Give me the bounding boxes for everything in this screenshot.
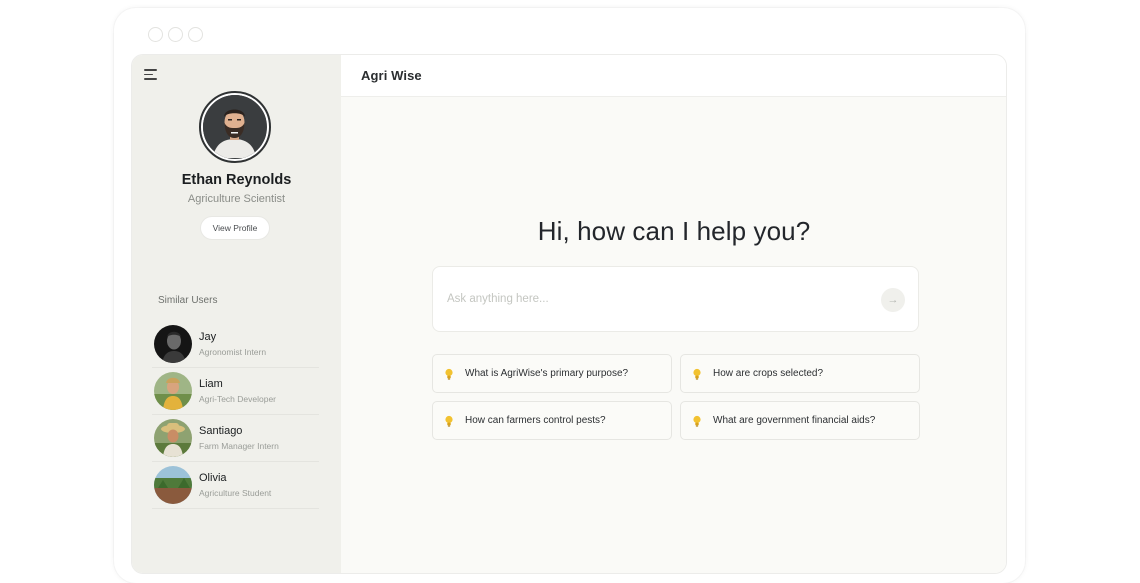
- lightbulb-icon: [693, 415, 701, 427]
- suggestion-text: How are crops selected?: [713, 368, 824, 379]
- similar-user-liam[interactable]: Liam Agri-Tech Developer: [152, 368, 319, 415]
- lightbulb-icon: [445, 415, 453, 427]
- similar-user-olivia[interactable]: Olivia Agriculture Student: [152, 462, 319, 509]
- sidebar: Ethan Reynolds Agriculture Scientist Vie…: [132, 55, 341, 573]
- ask-box: →: [432, 266, 919, 332]
- profile-role: Agriculture Scientist: [187, 193, 286, 205]
- arrow-right-icon: →: [887, 294, 899, 306]
- suggestion-text: What are government financial aids?: [713, 415, 876, 426]
- user-name: Jay: [199, 330, 217, 343]
- app-window: Ethan Reynolds Agriculture Scientist Vie…: [114, 8, 1025, 583]
- user-role: Agri-Tech Developer: [199, 393, 277, 404]
- user-name: Liam: [199, 377, 223, 390]
- lightbulb-icon: [445, 368, 453, 380]
- suggestion-chip[interactable]: How can farmers control pests?: [432, 401, 672, 440]
- app-frame: Ethan Reynolds Agriculture Scientist Vie…: [131, 54, 1007, 574]
- view-profile-button[interactable]: View Profile: [200, 216, 270, 240]
- user-role: Agriculture Student: [199, 487, 272, 498]
- window-controls: [148, 27, 203, 42]
- suggestions-grid: What is AgriWise's primary purpose? How …: [432, 354, 920, 440]
- window-minimize-button[interactable]: [168, 27, 183, 42]
- similar-user-jay[interactable]: Jay Agronomist Intern: [152, 321, 319, 368]
- suggestion-chip[interactable]: How are crops selected?: [680, 354, 920, 393]
- top-bar: Agri Wise: [341, 55, 1006, 97]
- avatar: [154, 325, 192, 363]
- ask-input[interactable]: [447, 289, 867, 309]
- profile-avatar: [199, 91, 271, 163]
- send-button[interactable]: →: [881, 288, 905, 312]
- user-role: Farm Manager Intern: [199, 440, 279, 451]
- suggestion-chip[interactable]: What is AgriWise's primary purpose?: [432, 354, 672, 393]
- app-title: Agri Wise: [361, 68, 422, 83]
- hamburger-menu-icon[interactable]: [144, 69, 158, 81]
- suggestion-chip[interactable]: What are government financial aids?: [680, 401, 920, 440]
- greeting-heading: Hi, how can I help you?: [537, 216, 811, 246]
- similar-user-santiago[interactable]: Santiago Farm Manager Intern: [152, 415, 319, 462]
- user-role: Agronomist Intern: [199, 346, 267, 357]
- chat-main: Agri Wise Hi, how can I help you? → What…: [341, 55, 1006, 573]
- avatar: [154, 372, 192, 410]
- avatar: [154, 419, 192, 457]
- similar-users-list: Jay Agronomist Intern Liam Agri-Tech Dev…: [152, 321, 319, 509]
- suggestion-text: How can farmers control pests?: [465, 415, 606, 426]
- user-name: Olivia: [199, 471, 227, 484]
- window-maximize-button[interactable]: [188, 27, 203, 42]
- window-close-button[interactable]: [148, 27, 163, 42]
- lightbulb-icon: [693, 368, 701, 380]
- avatar: [154, 466, 192, 504]
- similar-users-heading: Similar Users: [158, 295, 218, 306]
- suggestion-text: What is AgriWise's primary purpose?: [465, 368, 629, 379]
- profile-name: Ethan Reynolds: [181, 172, 292, 188]
- user-name: Santiago: [199, 424, 243, 437]
